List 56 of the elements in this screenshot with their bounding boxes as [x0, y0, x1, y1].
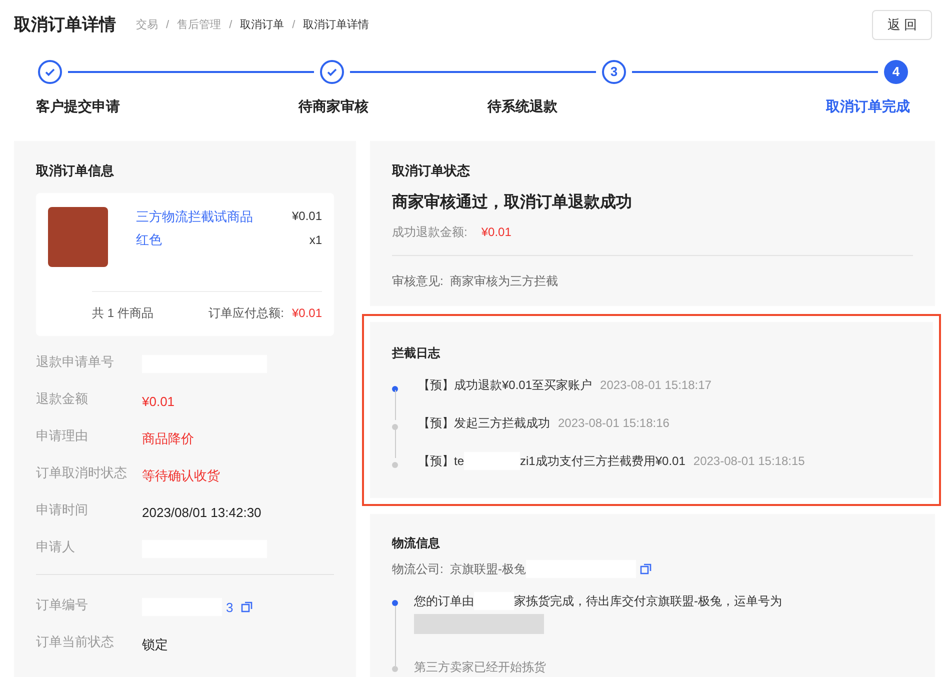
log-time: 2023-08-01 15:18:15 [693, 452, 805, 470]
product-name[interactable]: 三方物流拦截试商品 [136, 206, 292, 226]
breadcrumb-separator: / [229, 18, 232, 33]
copy-icon[interactable] [241, 601, 254, 614]
review-opinion: 审核意见: 商家审核为三方拦截 [392, 272, 560, 290]
product-quantity: x1 [308, 232, 322, 248]
refund-amount: ¥0.01 [481, 224, 512, 240]
section-title: 取消订单状态 [392, 162, 471, 180]
total-label: 订单应付总额: [208, 304, 284, 322]
section-title: 物流信息 [392, 534, 441, 552]
step-label: 待商家审核 [298, 97, 369, 116]
field-label: 订单当前状态 [36, 632, 115, 650]
step-label: 取消订单完成 [826, 97, 910, 116]
field-value: 锁定 [142, 636, 168, 654]
breadcrumb-separator: / [166, 18, 170, 33]
step-label: 待系统退款 [487, 97, 558, 116]
field-label: 申请人 [36, 538, 76, 556]
breadcrumb-link[interactable]: 取消订单 [240, 16, 284, 34]
product-variant: 红色 [136, 231, 163, 249]
step-number: 3 [602, 60, 626, 84]
field-label: 订单编号 [36, 596, 89, 614]
breadcrumb-link[interactable]: 取消订单详情 [303, 16, 370, 34]
log-text: 【预】发起三方拦截成功 [418, 414, 550, 432]
photo-placeholder [48, 206, 108, 266]
field-label: 退款金额 [36, 390, 89, 408]
total-amount: ¥0.01 [292, 304, 322, 322]
step-label: 客户提交申请 [36, 97, 120, 116]
step-number: 4 [884, 60, 908, 84]
copy-icon[interactable] [640, 562, 652, 574]
section-title: 取消订单信息 [36, 162, 115, 180]
log-time: 2023-08-01 15:18:17 [600, 376, 712, 394]
logistics-text: 家拣货完成，待出库交付京旗联盟-极兔，运单号为 [514, 592, 782, 610]
field-value: ¥0.01 [142, 392, 175, 410]
field-label: 申请时间 [36, 500, 89, 518]
page-title: 取消订单详情 [14, 14, 116, 36]
status-headline: 商家审核通过，取消订单退款成功 [392, 192, 633, 212]
log-text: zi1成功支付三方拦截费用¥0.01 [520, 452, 686, 470]
log-text: 【预】成功退款¥0.01至买家账户 [418, 376, 592, 394]
field-label: 退款申请单号 [36, 352, 115, 370]
item-count: 共 1 件商品 [92, 304, 154, 322]
field-value: 商品降价 [142, 430, 194, 448]
field-label: 申请理由 [36, 426, 89, 444]
field-value: 2023/08/01 13:42:30 [142, 504, 262, 522]
breadcrumb-separator: / [292, 18, 296, 33]
logistics-company: 物流公司: 京旗联盟-极兔 [392, 560, 526, 578]
log-text: 【预】te [418, 452, 464, 470]
back-button[interactable]: 返 回 [872, 10, 932, 40]
section-title: 拦截日志 [392, 344, 442, 362]
product-price: ¥0.01 [292, 208, 322, 224]
log-time: 2023-08-01 15:18:16 [558, 414, 670, 432]
field-value: 等待确认收货 [142, 466, 220, 484]
field-label: 订单取消时状态 [36, 464, 128, 482]
refund-label: 成功退款金额: [392, 224, 468, 240]
logistics-text: 第三方卖家已经开始拣货 [414, 658, 546, 676]
logistics-text: 您的订单由 [414, 592, 474, 610]
field-value: 3 [226, 598, 234, 616]
